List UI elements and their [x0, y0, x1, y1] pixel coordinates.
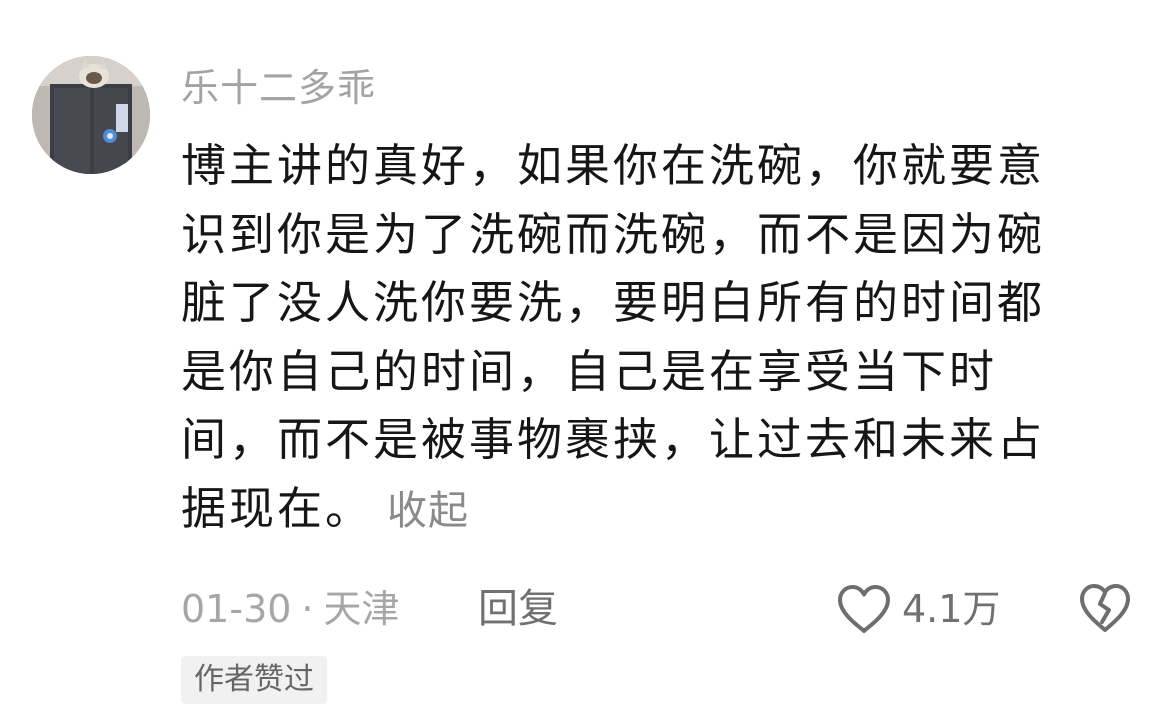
collapse-button[interactable]: 收起: [387, 488, 469, 534]
like-button[interactable]: 4.1万: [836, 580, 1000, 638]
dislike-button[interactable]: [1078, 582, 1132, 634]
comment-meta: 01-30 · 天津: [181, 582, 400, 636]
comment-text-line: 识到你是为了洗碗而洗碗，而不是因为碗: [181, 207, 1046, 261]
comment-item: 乐十二多乖 博主讲的真好，如果你在洗碗，你就要意 识到你是为了洗碗而洗碗，而不是…: [0, 0, 1170, 715]
heart-outline-icon: [836, 583, 892, 635]
reply-button[interactable]: 回复: [478, 582, 558, 636]
comment-date: 01-30: [181, 587, 292, 631]
comment-content: 博主讲的真好，如果你在洗碗，你就要意 识到你是为了洗碗而洗碗，而不是因为碗 脏了…: [181, 132, 1111, 545]
avatar-image: [32, 56, 150, 174]
comment-text-line: 博主讲的真好，如果你在洗碗，你就要意: [181, 139, 1046, 192]
author-liked-badge: 作者赞过: [181, 656, 327, 704]
meta-separator: ·: [301, 587, 314, 631]
avatar[interactable]: [32, 56, 150, 174]
comment-text-line: 脏了没人洗你要洗，要明白所有的时间都: [181, 276, 1046, 329]
comment-text-line: 是你自己的时间，自己是在享受当下时: [181, 344, 998, 398]
broken-heart-icon: [1078, 582, 1132, 634]
comment-text-last-line: 据现在。 收起: [181, 475, 1111, 546]
comment-text-line: 据现在。: [181, 481, 374, 535]
username[interactable]: 乐十二多乖: [181, 62, 376, 114]
comment-location: 天津: [323, 587, 400, 631]
comment-text-line: 间，而不是被事物裹挟，让过去和未来占: [181, 413, 1046, 466]
like-count: 4.1万: [902, 587, 1001, 631]
